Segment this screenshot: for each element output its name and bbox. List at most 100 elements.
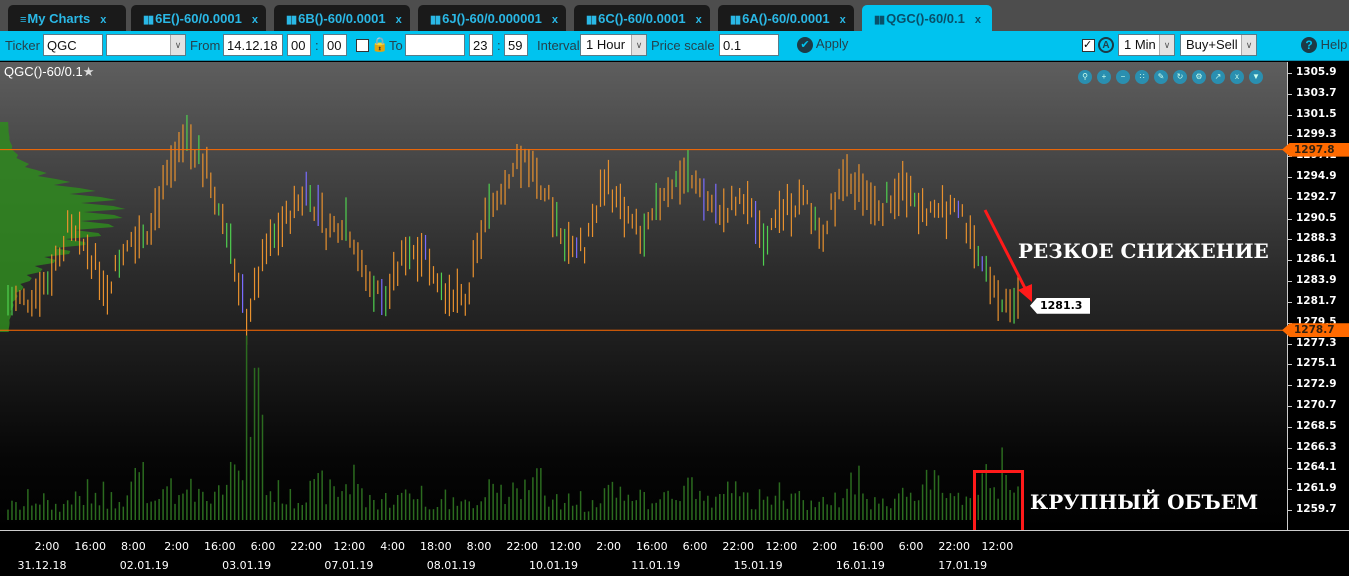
y-tick-label: 1301.5 xyxy=(1288,107,1337,120)
x-date-label: 17.01.19 xyxy=(938,559,988,572)
price-scale-label: Price scale xyxy=(651,38,715,53)
x-time-label: 12:00 xyxy=(765,540,798,553)
last-price-label: 1281.3 xyxy=(1030,297,1090,314)
price-chart[interactable]: QGC()-60/0.1★ ⚲ + − ∷ ✎ ↻ ⚙ ↗ x ▼ РЕЗКОЕ СНИЖЕНИЕ… xyxy=(0,62,1287,538)
zoom-out-icon[interactable]: − xyxy=(1116,70,1130,84)
y-tick-label: 1292.7 xyxy=(1288,190,1337,203)
chevron-down-icon: ∨ xyxy=(631,35,646,55)
x-time-label: 22:00 xyxy=(722,540,755,553)
x-date-label: 08.01.19 xyxy=(426,559,476,572)
x-time-label: 12:00 xyxy=(981,540,1014,553)
x-time-label: 18:00 xyxy=(419,540,452,553)
tab-bar: ≡ My Charts x ▮▮ 6E()-60/0.0001 x ▮▮ 6B()-60/0.… xyxy=(0,0,1349,31)
auto-icon[interactable]: A xyxy=(1098,37,1114,53)
close-tab-icon[interactable]: x xyxy=(840,14,846,26)
gear-icon[interactable]: ⚙ xyxy=(1192,70,1206,84)
level-price-tag: 1297.8 xyxy=(1282,142,1349,157)
x-time-label: 6:00 xyxy=(250,540,276,553)
min-value: 1 Min xyxy=(1124,37,1156,52)
close-tab-icon[interactable]: x xyxy=(696,14,702,26)
x-time-label: 16:00 xyxy=(851,540,884,553)
y-tick-label: 1283.9 xyxy=(1288,274,1337,287)
y-tick-label: 1277.3 xyxy=(1288,336,1337,349)
x-date-label: 31.12.18 xyxy=(17,559,67,572)
tab-0[interactable]: ≡ My Charts x xyxy=(8,5,126,31)
x-time-label: 2:00 xyxy=(164,540,189,553)
y-tick-label: 1294.9 xyxy=(1288,170,1337,183)
volume-highlight-box xyxy=(973,470,1024,538)
dropdown-icon[interactable]: ▼ xyxy=(1249,70,1263,84)
tab-2[interactable]: ▮▮ 6B()-60/0.0001 x xyxy=(274,5,410,31)
to-date-input[interactable] xyxy=(405,34,465,56)
zoom-in-icon[interactable]: + xyxy=(1097,70,1111,84)
from-minute-input[interactable] xyxy=(323,34,347,56)
x-date-label: 11.01.19 xyxy=(631,559,681,572)
bar-chart-icon: ▮▮ xyxy=(874,14,885,26)
close-tab-icon[interactable]: x xyxy=(552,14,558,26)
refresh-icon[interactable]: ↻ xyxy=(1173,70,1187,84)
y-tick-label: 1268.5 xyxy=(1288,419,1337,432)
close-tab-icon[interactable]: x xyxy=(100,14,106,26)
apply-label: Apply xyxy=(815,36,849,51)
interval-select[interactable]: 1 Hour ∨ xyxy=(580,34,647,56)
x-date-label: 10.01.19 xyxy=(529,559,578,572)
colon: : xyxy=(315,38,319,53)
interval-value: 1 Hour xyxy=(586,37,626,52)
lock-icon: 🔒 xyxy=(371,36,389,52)
ticker-label: Ticker xyxy=(5,38,40,53)
pencil-icon[interactable]: ✎ xyxy=(1154,70,1168,84)
annotation-volume: КРУПНЫЙ ОБЪЕМ xyxy=(1030,490,1259,514)
min-select[interactable]: 1 Min ∨ xyxy=(1118,34,1175,56)
tab-label: 6B()-60/0.0001 xyxy=(298,11,386,26)
y-tick-label: 1290.5 xyxy=(1288,211,1337,224)
x-date-label: 07.01.19 xyxy=(324,559,374,572)
auto-checkbox[interactable]: ✓ xyxy=(1082,39,1095,52)
close-icon[interactable]: x xyxy=(1230,70,1244,84)
x-time-label: 4:00 xyxy=(380,540,405,553)
x-time-label: 12:00 xyxy=(549,540,582,553)
tab-6[interactable]: ▮▮ QGC()-60/0.1 x xyxy=(862,5,992,31)
check-circle-icon: ✔ xyxy=(797,37,813,53)
tab-5[interactable]: ▮▮ 6A()-60/0.0001 x xyxy=(718,5,854,31)
y-tick-label: 1270.7 xyxy=(1288,398,1337,411)
tab-1[interactable]: ▮▮ 6E()-60/0.0001 x xyxy=(131,5,266,31)
expand-icon[interactable]: ↗ xyxy=(1211,70,1225,84)
grid-icon[interactable]: ∷ xyxy=(1135,70,1149,84)
star-icon[interactable]: ★ xyxy=(83,64,95,79)
price-scale-input[interactable] xyxy=(719,34,779,56)
tab-3[interactable]: ▮▮ 6J()-60/0.000001 x xyxy=(418,5,566,31)
lock-checkbox[interactable] xyxy=(356,39,369,52)
ticker-select[interactable]: ∨ xyxy=(106,34,186,56)
from-hour-input[interactable] xyxy=(287,34,311,56)
time-axis[interactable]: 2:00 16:00 8:00 2:00 16:00 6:00 22:00 12:00 4:00… xyxy=(0,530,1349,576)
x-time-label: 2:00 xyxy=(34,540,60,553)
menu-icon: ≡ xyxy=(20,14,27,26)
x-time-label: 8:00 xyxy=(466,540,492,553)
price-axis[interactable]: 1305.91303.71301.51299.31297.11294.91292… xyxy=(1282,62,1349,530)
from-date-input[interactable] xyxy=(223,34,283,56)
to-minute-input[interactable] xyxy=(504,34,528,56)
y-tick-label: 1272.9 xyxy=(1288,378,1337,391)
close-tab-icon[interactable]: x xyxy=(975,14,981,26)
y-tick-label: 1259.7 xyxy=(1288,503,1337,516)
apply-button[interactable]: ✔ Apply xyxy=(797,36,848,53)
zoom-fit-icon[interactable]: ⚲ xyxy=(1078,70,1092,84)
tab-label: QGC()-60/0.1 xyxy=(886,11,965,26)
close-tab-icon[interactable]: x xyxy=(396,14,402,26)
side-select[interactable]: Buy+Sell ∨ xyxy=(1180,34,1257,56)
x-date-label: 02.01.19 xyxy=(119,559,169,572)
to-hour-input[interactable] xyxy=(469,34,493,56)
close-tab-icon[interactable]: x xyxy=(252,14,258,26)
x-time-label: 6:00 xyxy=(898,540,924,553)
help-button[interactable]: ? Help xyxy=(1301,37,1347,53)
y-tick-label: 1299.3 xyxy=(1288,128,1337,141)
y-tick-label: 1261.9 xyxy=(1288,482,1337,495)
y-tick-label: 1288.3 xyxy=(1288,232,1337,245)
bar-chart-icon: ▮▮ xyxy=(586,14,597,26)
tab-4[interactable]: ▮▮ 6C()-60/0.0001 x xyxy=(574,5,710,31)
chevron-down-icon: ∨ xyxy=(1241,35,1256,55)
chart-controls: ⚲ + − ∷ ✎ ↻ ⚙ ↗ x ▼ xyxy=(1073,66,1263,84)
bar-chart-icon: ▮▮ xyxy=(143,14,154,26)
ticker-input[interactable] xyxy=(43,34,103,56)
y-tick-label: 1264.1 xyxy=(1288,461,1337,474)
